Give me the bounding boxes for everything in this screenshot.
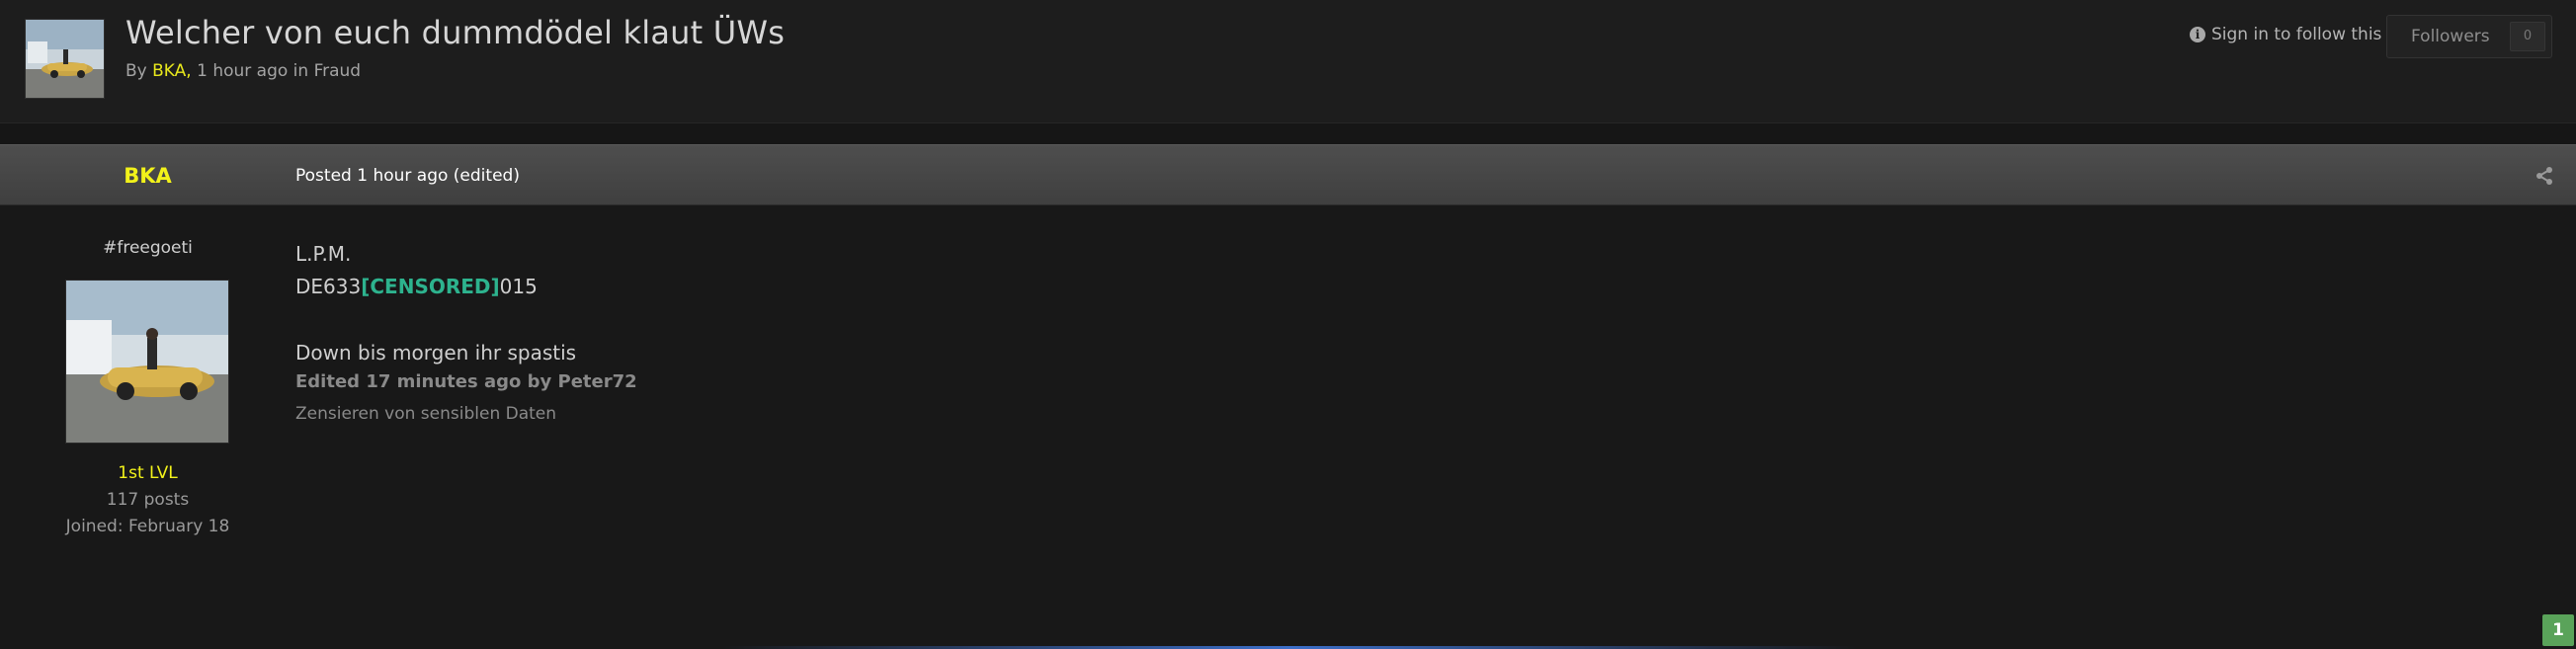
author-panel: #freegoeti 1st LVL 117 posts Joined: Feb…	[0, 205, 295, 649]
post-content: L.P.M. DE633[CENSORED]015 Down bis morge…	[295, 238, 637, 424]
followers-label: Followers	[2411, 27, 2490, 46]
author-post-count: 117 posts	[106, 490, 190, 510]
post-body: #freegoeti 1st LVL 117 posts Joined: Feb…	[0, 205, 2576, 649]
author-avatar[interactable]	[65, 280, 229, 444]
iban-prefix: DE633	[295, 275, 362, 298]
topic-time-forum: 1 hour ago in Fraud	[197, 61, 362, 81]
by-label: By	[125, 61, 147, 81]
author-rank: 1st LVL	[118, 463, 178, 483]
edited-note: Edited 17 minutes ago by Peter72	[295, 371, 637, 392]
post-author-name[interactable]: BKA	[0, 145, 295, 206]
edit-reason: Zensieren von sensiblen Daten	[295, 404, 557, 424]
page-number-badge[interactable]: 1	[2542, 614, 2574, 646]
topic-author-avatar[interactable]	[25, 19, 105, 99]
post-text-line: Down bis morgen ihr spastis	[295, 341, 577, 365]
author-title: #freegoeti	[103, 238, 193, 258]
topic-title: Welcher von euch dummdödel klaut ÜWs	[125, 14, 786, 51]
topic-author-link[interactable]: BKA	[152, 61, 186, 81]
post-iban-line: DE633[CENSORED]015	[295, 271, 637, 303]
censored-label: [CENSORED]	[361, 275, 500, 298]
post-date[interactable]: Posted 1 hour ago (edited)	[295, 145, 520, 206]
sign-in-to-follow-link[interactable]: i Sign in to follow this	[2190, 25, 2381, 44]
author-separator: ,	[186, 61, 192, 81]
post-text-line: L.P.M.	[295, 242, 352, 266]
topic-header: Welcher von euch dummdödel klaut ÜWs By …	[0, 0, 2576, 123]
followers-button[interactable]: Followers 0	[2386, 15, 2552, 58]
author-joined-date: Joined: February 18	[65, 517, 230, 536]
iban-suffix: 015	[499, 275, 538, 298]
followers-count: 0	[2510, 22, 2545, 51]
post-header-bar: BKA Posted 1 hour ago (edited)	[0, 144, 2576, 205]
info-circle-icon: i	[2190, 27, 2205, 42]
topic-meta: By BKA, 1 hour ago in Fraud	[125, 61, 361, 81]
share-icon[interactable]	[2534, 166, 2554, 186]
sign-in-follow-label: Sign in to follow this	[2211, 25, 2382, 44]
